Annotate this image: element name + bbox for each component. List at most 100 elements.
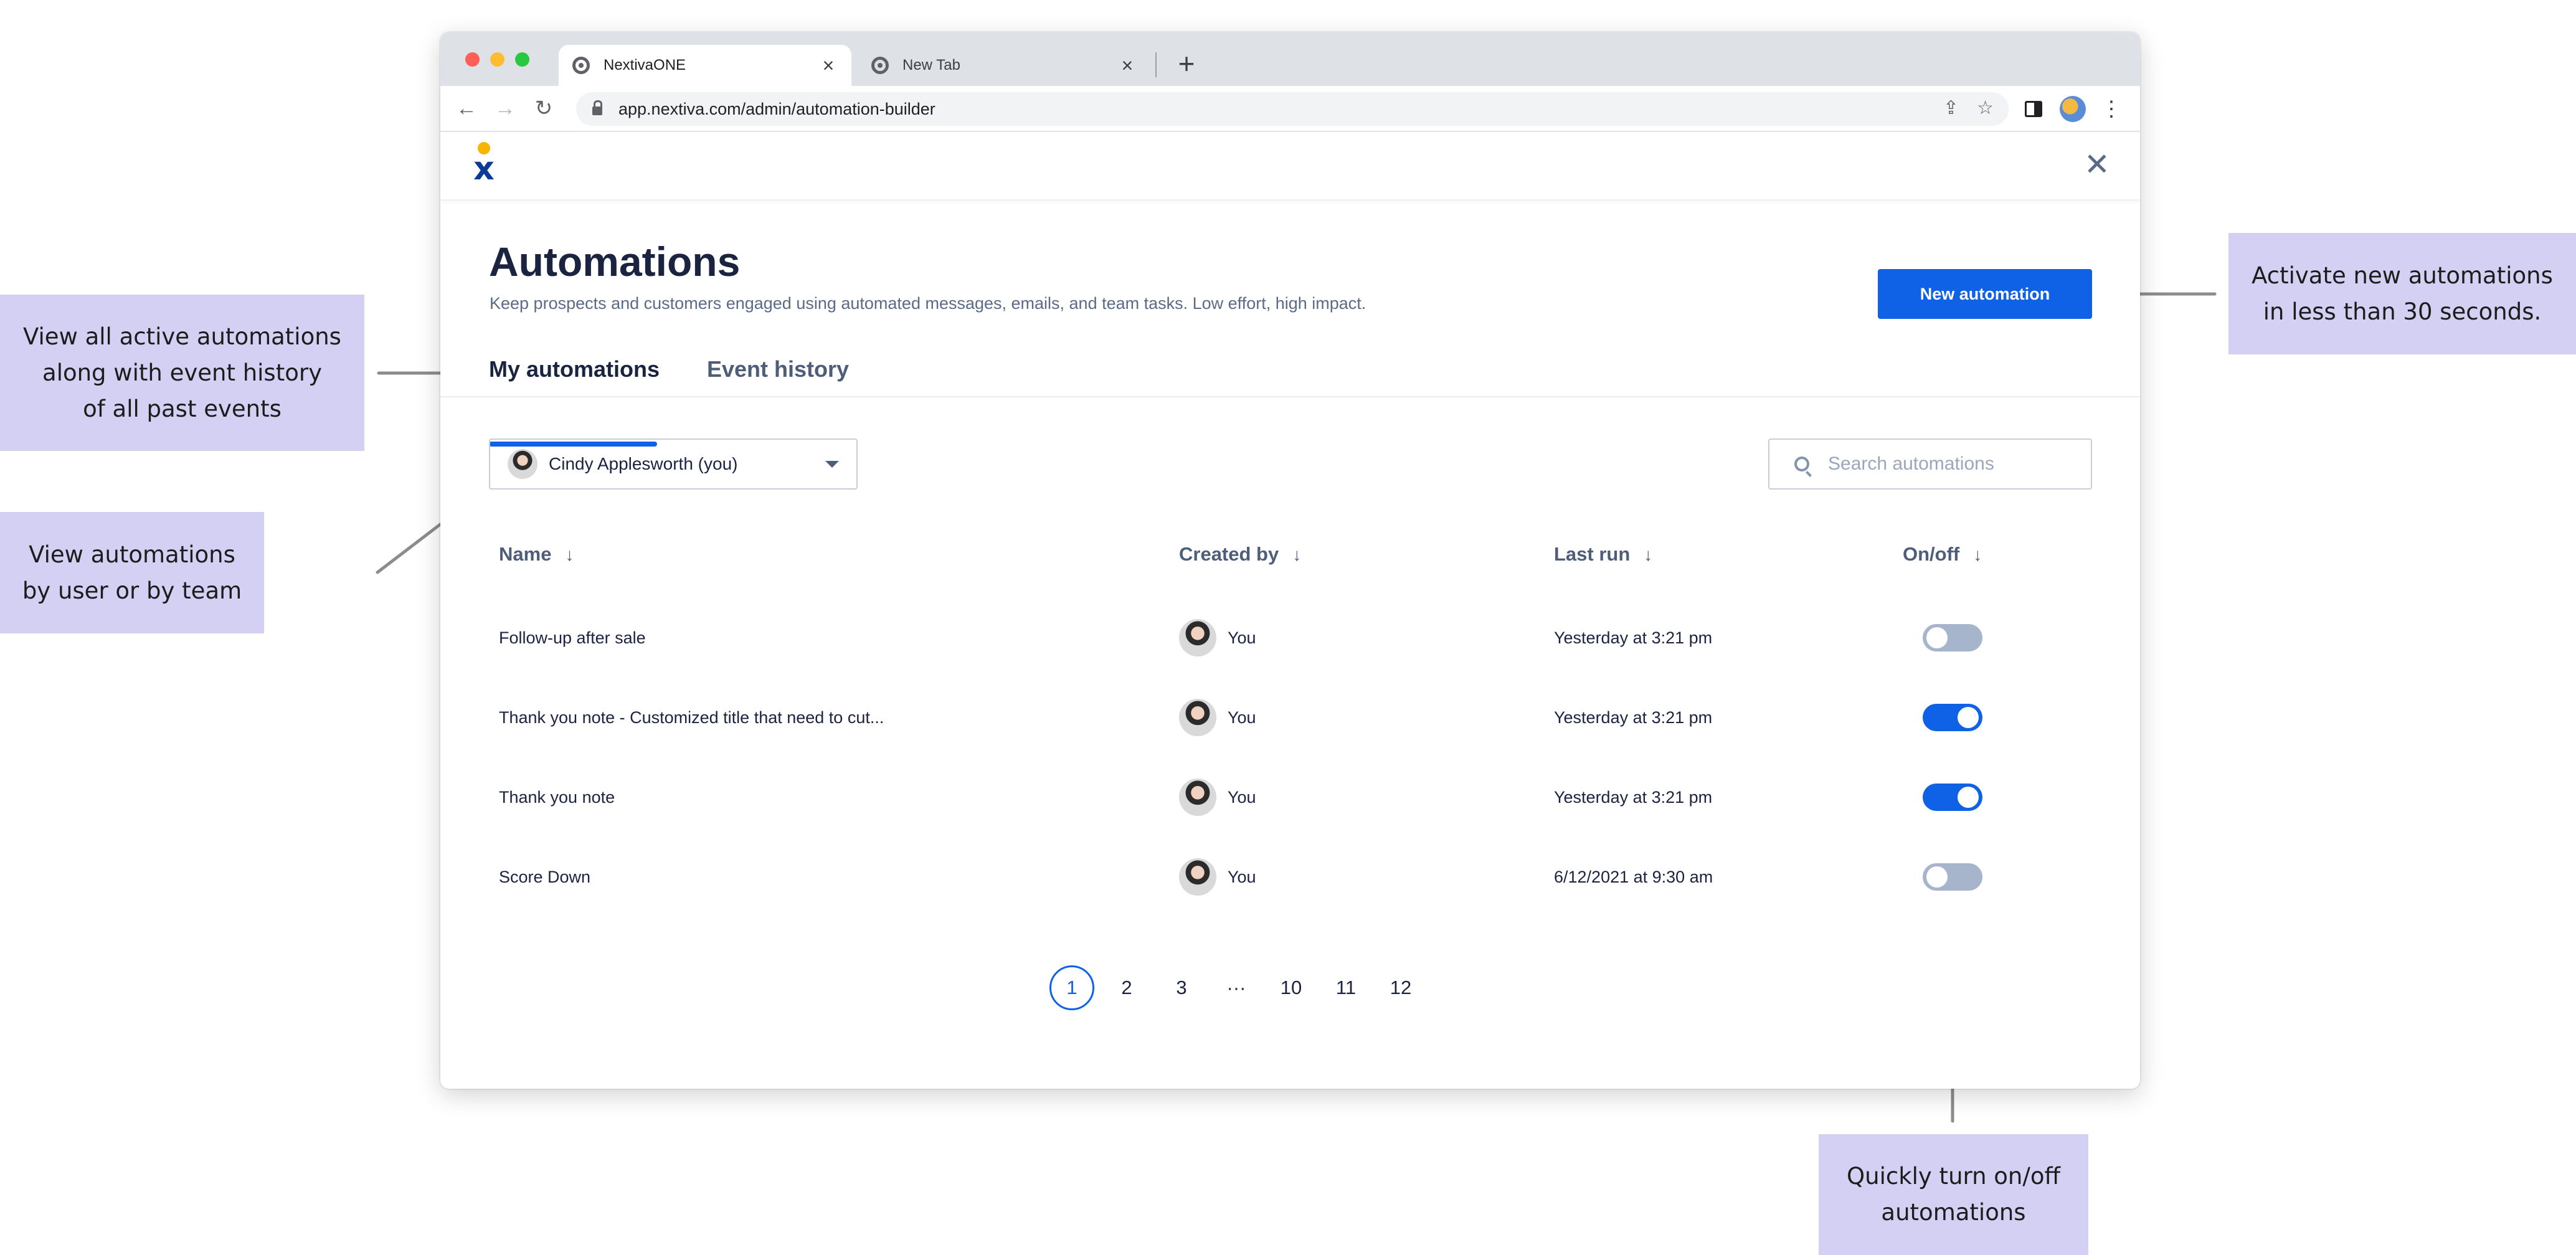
search-field[interactable] [1768,438,2092,490]
callout-new-automation: Activate new automations in less than 30… [2228,233,2576,354]
automation-name[interactable]: Thank you note [499,757,615,837]
avatar [1179,619,1216,656]
table-row[interactable]: Follow-up after sale You Yesterday at 3:… [440,598,2140,678]
browser-tab-new-tab[interactable]: New Tab × [858,45,1150,86]
column-header-name[interactable]: Name ↓ [499,543,574,566]
toggle-knob [1958,707,1979,728]
page-button[interactable]: 1 [1049,965,1094,1010]
toggle-knob [1958,787,1979,808]
automation-name[interactable]: Score Down [499,837,590,917]
sort-arrow-icon: ↓ [1644,545,1653,564]
table-row[interactable]: Score Down You 6/12/2021 at 9:30 am [440,837,2140,917]
on-off-toggle[interactable] [1923,863,1982,891]
on-off-toggle[interactable] [1923,704,1982,731]
toggle-knob [1926,866,1948,888]
tab-my-automations[interactable]: My automations [489,356,660,447]
column-label: On/off [1903,543,1960,565]
last-run: Yesterday at 3:21 pm [1554,628,1713,647]
forward-icon[interactable]: → [489,92,521,125]
nextiva-logo[interactable]: x [470,142,498,186]
search-icon [1794,457,1809,471]
created-by-label: You [1228,628,1256,647]
close-tab-icon[interactable]: × [819,54,838,77]
toggle-knob [1926,627,1948,648]
column-header-on-off[interactable]: On/off ↓ [1903,543,1982,566]
back-icon[interactable]: ← [450,92,483,125]
pagination: 1 2 3 ··· 10 11 12 [1049,963,1433,1013]
column-header-created-by[interactable]: Created by ↓ [1179,543,1301,566]
page-subtitle: Keep prospects and customers engaged usi… [490,294,1366,313]
created-by: You [1179,678,1256,757]
profile-avatar[interactable] [2060,96,2086,122]
address-url: app.nextiva.com/admin/automation-builder [618,99,935,118]
browser-menu-icon[interactable]: ⋮ [2101,95,2122,123]
on-off-toggle[interactable] [1923,624,1982,651]
logo-x: x [473,150,495,187]
page-button[interactable]: 12 [1378,965,1423,1010]
table-row[interactable]: Thank you note - Customized title that n… [440,678,2140,757]
created-by: You [1179,757,1256,837]
sort-arrow-icon: ↓ [565,545,574,564]
browser-window: NextivaONE × New Tab × + ← → ↻ app.nexti… [440,32,2140,1089]
browser-tab-title: NextivaONE [604,57,686,73]
address-bar[interactable]: app.nextiva.com/admin/automation-builder… [576,92,2009,126]
page-button[interactable]: 3 [1159,965,1204,1010]
bookmark-star-icon[interactable]: ☆ [1977,97,1994,119]
callout-event-history: View all active automations along with e… [0,295,364,451]
toggle-cell [1923,678,1982,757]
column-label: Created by [1179,543,1279,565]
new-automation-button[interactable]: New automation [1878,269,2092,319]
tab-event-history[interactable]: Event history [707,356,856,431]
last-run: Yesterday at 3:21 pm [1554,708,1713,727]
created-by: You [1179,598,1256,678]
page-ellipsis: ··· [1226,977,1246,998]
minimize-window-button[interactable] [490,52,504,67]
column-header-last-run[interactable]: Last run ↓ [1554,543,1652,566]
search-input[interactable] [1828,453,2090,475]
avatar [1179,779,1216,816]
marketing-canvas: View all active automations along with e… [0,0,2576,1255]
page-button[interactable]: 2 [1104,965,1149,1010]
maximize-window-button[interactable] [515,52,529,67]
close-window-button[interactable] [465,52,480,67]
last-run: Yesterday at 3:21 pm [1554,787,1713,807]
page-button[interactable]: 11 [1324,965,1368,1010]
sort-arrow-icon: ↓ [1292,545,1302,564]
browser-favicon-icon [871,57,889,74]
column-label: Last run [1554,543,1631,565]
tabs-divider [440,396,2140,397]
page-title: Automations [489,239,741,285]
browser-favicon-icon [572,57,590,74]
browser-toolbar: ← → ↻ app.nextiva.com/admin/automation-b… [440,86,2140,132]
lock-icon [592,100,602,115]
toggle-cell [1923,837,1982,917]
share-icon[interactable]: ⇪ [1943,97,1959,119]
toggle-cell [1923,598,1982,678]
close-icon[interactable]: ✕ [2082,149,2112,180]
toggle-cell [1923,757,1982,837]
browser-tab-nextivaone[interactable]: NextivaONE × [559,45,851,86]
close-tab-icon[interactable]: × [1118,54,1137,77]
callout-view-by-user: View automations by user or by team [0,512,264,633]
reload-icon[interactable]: ↻ [528,92,560,125]
side-panel-icon[interactable] [2025,101,2042,117]
on-off-toggle[interactable] [1923,784,1982,811]
created-by-label: You [1228,867,1256,886]
owner-filter-value: Cindy Applesworth (you) [549,454,738,473]
created-by: You [1179,837,1256,917]
automation-name[interactable]: Thank you note - Customized title that n… [499,678,884,757]
avatar [508,449,537,479]
callout-toggle: Quickly turn on/off automations [1819,1134,2088,1255]
new-tab-button[interactable]: + [1169,47,1204,82]
owner-filter-dropdown[interactable]: Cindy Applesworth (you) [489,438,858,490]
automation-name[interactable]: Follow-up after sale [499,598,646,678]
app-header: x ✕ [440,132,2140,201]
page-button[interactable]: 10 [1269,965,1314,1010]
last-run: 6/12/2021 at 9:30 am [1554,867,1713,886]
table-row[interactable]: Thank you note You Yesterday at 3:21 pm [440,757,2140,837]
browser-tab-title: New Tab [902,57,960,73]
created-by-label: You [1228,708,1256,727]
sort-arrow-icon: ↓ [1973,545,1982,564]
column-label: Name [499,543,552,565]
tab-separator [1155,52,1157,77]
